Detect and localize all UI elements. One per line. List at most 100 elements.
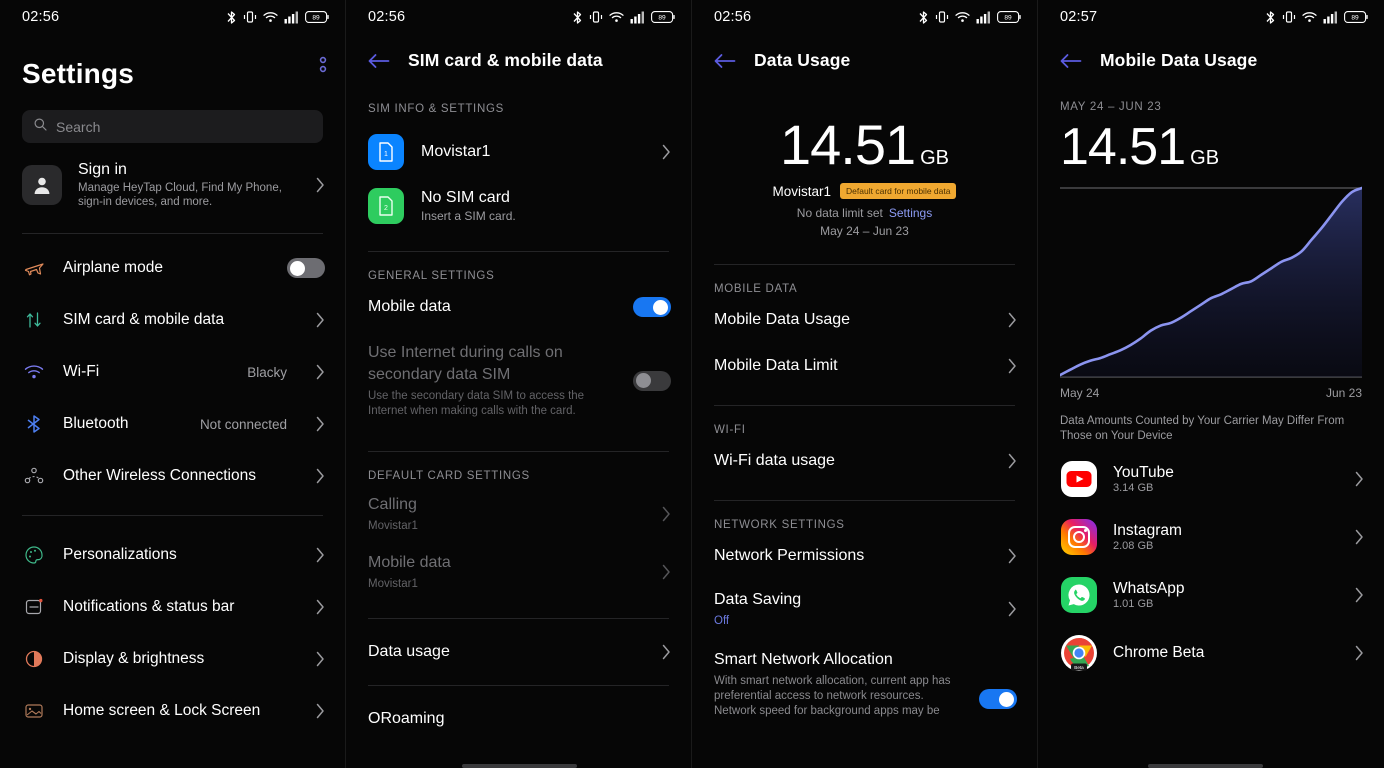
chart-axis-end: Jun 23 <box>1325 386 1362 400</box>
sidebar-item-wifi[interactable]: Wi-Fi Blacky <box>0 346 345 398</box>
data-limit-settings-link[interactable]: Settings <box>889 206 932 220</box>
wifi-icon <box>263 11 278 23</box>
sim-row-movistar1[interactable]: 1 Movistar1 <box>346 125 691 179</box>
page-header: SIM card & mobile data <box>346 34 691 85</box>
sim-name: No SIM card <box>421 189 510 206</box>
sidebar-item-label: Personalizations <box>63 546 177 563</box>
sim-row-empty-slot[interactable]: 2 No SIM card Insert a SIM card. <box>346 179 691 233</box>
status-bar: 02:56 89 <box>346 0 691 34</box>
smart-network-toggle[interactable] <box>979 689 1017 709</box>
mobile-data-toggle[interactable] <box>633 297 671 317</box>
smart-network-label: Smart Network Allocation <box>714 651 893 668</box>
chevron-right-icon <box>1008 453 1017 469</box>
section-header-wifi: WI-FI <box>714 424 746 436</box>
chevron-right-icon <box>1008 312 1017 328</box>
sidebar-item-personalizations[interactable]: Personalizations <box>0 529 345 581</box>
status-time: 02:56 <box>368 9 406 25</box>
oroaming-row[interactable]: ORoaming <box>346 686 691 744</box>
sidebar-item-sim-mobile-data[interactable]: SIM card & mobile data <box>0 294 345 346</box>
panel-settings: 02:56 89 Settings Search Sign in Manage … <box>0 0 346 768</box>
sidebar-item-bluetooth[interactable]: Bluetooth Not connected <box>0 398 345 450</box>
section-header-general: GENERAL SETTINGS <box>368 270 495 282</box>
usage-amount: 14.51 <box>779 113 916 176</box>
bluetooth-icon <box>918 10 929 25</box>
sign-in-row[interactable]: Sign in Manage HeyTap Cloud, Find My Pho… <box>0 143 345 227</box>
search-input[interactable]: Search <box>22 110 323 143</box>
row-label: Mobile Data Limit <box>714 357 838 374</box>
wifi-icon <box>22 361 46 383</box>
svg-text:89: 89 <box>658 15 666 22</box>
svg-text:89: 89 <box>1004 15 1012 22</box>
network-permissions-row[interactable]: Network Permissions <box>692 541 1037 581</box>
sidebar-item-notifications[interactable]: Notifications & status bar <box>0 581 345 633</box>
chevron-right-icon <box>1008 548 1017 564</box>
notifications-icon <box>22 596 46 618</box>
page-title: SIM card & mobile data <box>408 50 603 70</box>
status-icons: 89 <box>918 10 1021 25</box>
data-saving-row[interactable]: Data Saving Off <box>692 581 1037 637</box>
sidebar-item-label: SIM card & mobile data <box>63 311 225 328</box>
mobile-data-row[interactable]: Mobile data <box>346 292 691 328</box>
wifi-icon <box>609 11 624 23</box>
wireless-icon <box>22 465 46 487</box>
mobile-data-usage-row[interactable]: Mobile Data Usage <box>692 305 1037 345</box>
sidebar-item-home-lock-screen[interactable]: Home screen & Lock Screen <box>0 685 345 737</box>
search-placeholder: Search <box>56 118 101 135</box>
default-calling-row[interactable]: Calling Movistar1 <box>346 492 691 546</box>
wifi-icon <box>955 11 970 23</box>
chevron-right-icon <box>1355 645 1364 661</box>
chevron-right-icon <box>1008 358 1017 374</box>
page-header: Data Usage <box>692 34 1037 85</box>
vibrate-icon <box>1282 10 1296 24</box>
app-usage-row-whatsapp[interactable]: WhatsApp 1.01 GB <box>1038 566 1384 624</box>
chevron-right-icon <box>316 547 325 563</box>
status-bar: 02:57 89 <box>1038 0 1384 34</box>
chevron-right-icon <box>316 312 325 328</box>
signal-icon <box>1323 11 1338 24</box>
scroll-indicator[interactable] <box>1148 764 1263 768</box>
airplane-mode-toggle[interactable] <box>287 258 325 278</box>
smart-network-allocation-row[interactable]: Smart Network Allocation With smart netw… <box>692 637 1037 733</box>
sidebar-item-other-wireless[interactable]: Other Wireless Connections <box>0 450 345 502</box>
bluetooth-icon <box>572 10 583 25</box>
section-header-sim-info: SIM INFO & SETTINGS <box>368 103 504 115</box>
section-header-default-card: DEFAULT CARD SETTINGS <box>368 470 530 482</box>
default-calling-value: Movistar1 <box>368 520 418 532</box>
back-arrow-icon[interactable] <box>714 53 736 69</box>
data-usage-row[interactable]: Data usage <box>346 619 691 685</box>
battery-icon: 89 <box>1344 11 1368 23</box>
back-arrow-icon[interactable] <box>368 53 390 69</box>
svg-text:1: 1 <box>384 151 388 158</box>
app-usage-row-instagram[interactable]: Instagram 2.08 GB <box>1038 508 1384 566</box>
carrier-name: Movistar1 <box>772 183 832 199</box>
back-arrow-icon[interactable] <box>1060 53 1082 69</box>
sim-subtitle: Insert a SIM card. <box>421 209 516 223</box>
row-label: Mobile Data Usage <box>714 311 851 328</box>
billing-range-label: MAY 24 – JUN 23 <box>1060 101 1162 113</box>
more-options-icon[interactable] <box>313 52 333 78</box>
page-title: Settings <box>22 58 135 89</box>
bluetooth-status: Not connected <box>199 416 287 432</box>
wifi-data-usage-row[interactable]: Wi-Fi data usage <box>692 446 1037 488</box>
divider <box>22 515 323 516</box>
secondary-sim-row[interactable]: Use Internet during calls on secondary d… <box>346 328 691 433</box>
default-mobile-data-row[interactable]: Mobile data Movistar1 <box>346 546 691 604</box>
usage-chart-svg <box>1060 186 1362 378</box>
mobile-data-limit-row[interactable]: Mobile Data Limit <box>692 345 1037 391</box>
carrier-disclaimer: Data Amounts Counted by Your Carrier May… <box>1060 415 1345 442</box>
bluetooth-icon <box>22 413 46 435</box>
usage-chart <box>1060 185 1362 380</box>
scroll-indicator[interactable] <box>462 764 577 768</box>
chart-axis-labels: May 24 Jun 23 <box>1060 386 1362 400</box>
mobile-data-label: Mobile data <box>368 298 451 315</box>
app-usage-row-youtube[interactable]: YouTube 3.14 GB <box>1038 450 1384 508</box>
chevron-right-icon <box>1008 601 1017 617</box>
sidebar-item-airplane-mode[interactable]: Airplane mode <box>0 242 345 294</box>
status-bar: 02:56 89 <box>0 0 345 34</box>
row-label: Network Permissions <box>714 547 865 564</box>
app-usage-row-chrome-beta[interactable]: Beta Chrome Beta <box>1038 624 1384 682</box>
secondary-sim-toggle[interactable] <box>633 370 671 391</box>
section-header-network: NETWORK SETTINGS <box>714 519 845 531</box>
status-icons: 89 <box>1265 10 1368 25</box>
sidebar-item-display-brightness[interactable]: Display & brightness <box>0 633 345 685</box>
